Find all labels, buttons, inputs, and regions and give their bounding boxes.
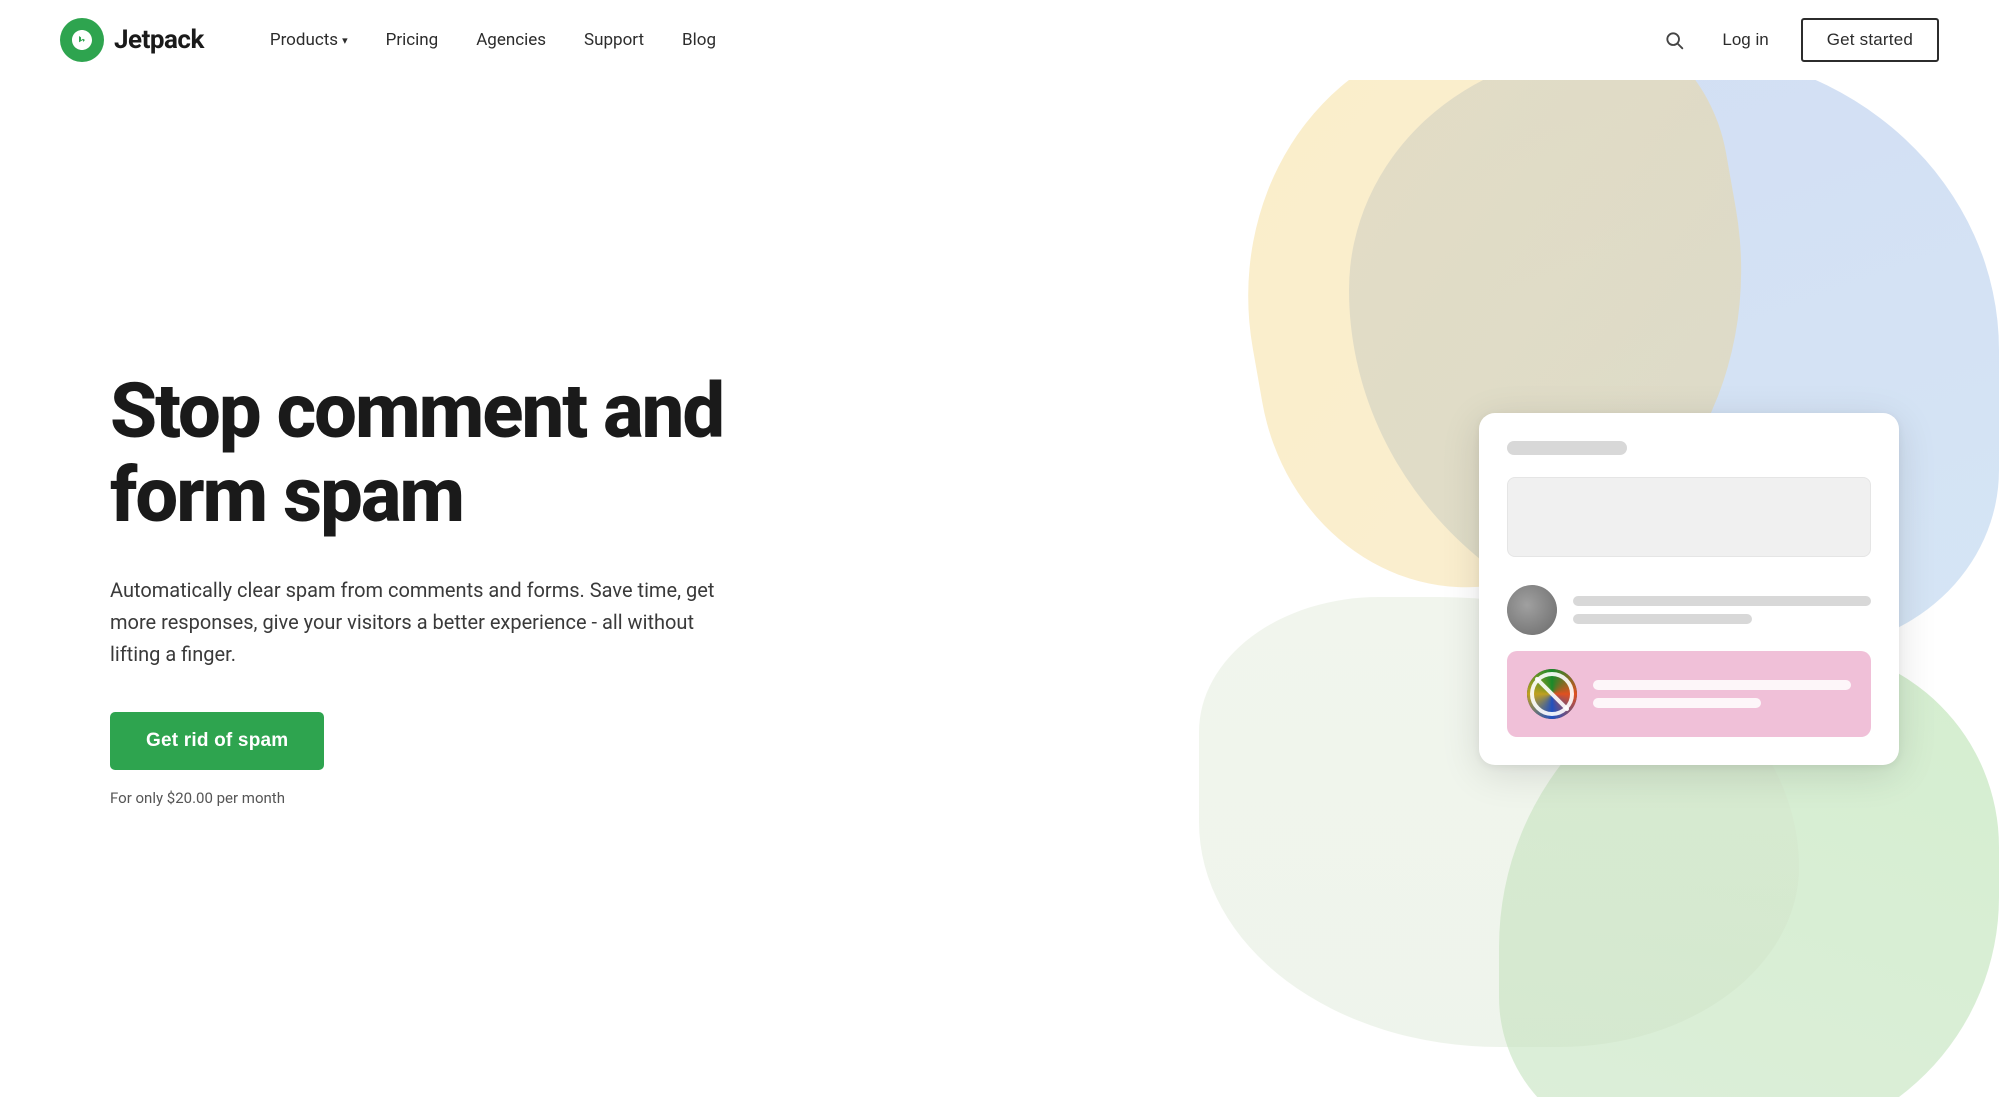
nav-blog[interactable]: Blog xyxy=(666,22,732,58)
header-actions: Log in Get started xyxy=(1658,18,1939,62)
mockup-spam-row xyxy=(1507,651,1871,737)
site-header: Jetpack Products ▾ Pricing Agencies Supp… xyxy=(0,0,1999,80)
mockup-top-bar xyxy=(1507,441,1627,455)
logo-link[interactable]: Jetpack xyxy=(60,18,204,62)
get-started-button[interactable]: Get started xyxy=(1801,18,1939,62)
nav-support[interactable]: Support xyxy=(568,22,660,58)
mockup-spam-avatar xyxy=(1527,669,1577,719)
main-nav: Products ▾ Pricing Agencies Support Blog xyxy=(254,22,1659,58)
mockup-comment-row xyxy=(1507,585,1871,635)
illustration-area xyxy=(1479,413,1899,765)
nav-agencies[interactable]: Agencies xyxy=(460,22,562,58)
login-button[interactable]: Log in xyxy=(1710,22,1780,58)
mockup-line-1 xyxy=(1573,596,1871,606)
spam-no-symbol-icon xyxy=(1527,669,1577,719)
mockup-spam-line-1 xyxy=(1593,680,1851,690)
main-content: Stop comment and form spam Automatically… xyxy=(0,80,1999,1097)
mockup-spam-line-2 xyxy=(1593,698,1761,708)
cta-button[interactable]: Get rid of spam xyxy=(110,712,324,770)
logo-icon xyxy=(60,18,104,62)
price-note: For only $20.00 per month xyxy=(110,789,285,807)
mockup-avatar xyxy=(1507,585,1557,635)
mockup-card xyxy=(1479,413,1899,765)
products-dropdown-icon: ▾ xyxy=(342,34,348,47)
brand-name: Jetpack xyxy=(114,25,204,55)
mockup-comment-lines xyxy=(1573,596,1871,624)
mockup-spam-lines xyxy=(1593,680,1851,708)
mockup-text-block xyxy=(1507,477,1871,557)
hero-description: Automatically clear spam from comments a… xyxy=(110,574,730,670)
hero-section: Stop comment and form spam Automatically… xyxy=(0,310,850,866)
mockup-avatar-image xyxy=(1507,585,1557,635)
nav-products[interactable]: Products ▾ xyxy=(254,22,364,58)
hero-title: Stop comment and form spam xyxy=(110,370,850,537)
mockup-line-2 xyxy=(1573,614,1752,624)
nav-pricing[interactable]: Pricing xyxy=(370,22,455,58)
search-button[interactable] xyxy=(1658,24,1690,56)
